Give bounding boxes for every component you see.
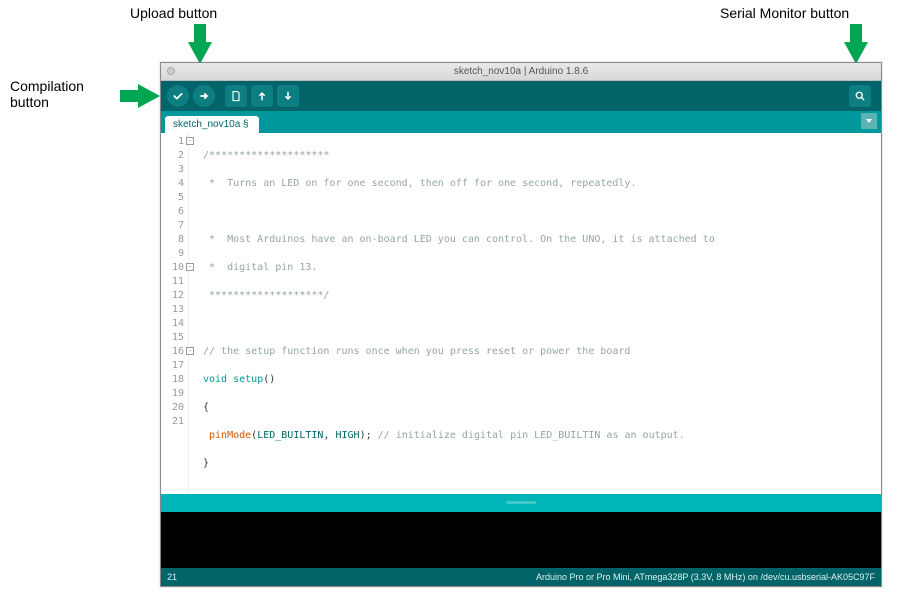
tabbar: sketch_nov10a § bbox=[161, 111, 881, 133]
window-title: sketch_nov10a | Arduino 1.8.6 bbox=[454, 66, 588, 77]
save-button[interactable] bbox=[277, 85, 299, 107]
compile-label: Compilationbutton bbox=[10, 78, 84, 110]
code-area[interactable]: /******************** * Turns an LED on … bbox=[189, 133, 881, 494]
upload-label: Upload button bbox=[130, 5, 217, 21]
toolbar bbox=[161, 81, 881, 111]
status-board: Arduino Pro or Pro Mini, ATmega328P (3.3… bbox=[536, 572, 875, 582]
console bbox=[161, 512, 881, 568]
serial-arrow bbox=[844, 42, 868, 64]
status-line: 21 bbox=[167, 572, 177, 582]
statusbar: 21 Arduino Pro or Pro Mini, ATmega328P (… bbox=[161, 568, 881, 586]
window-close-dot[interactable] bbox=[167, 67, 175, 75]
titlebar: sketch_nov10a | Arduino 1.8.6 bbox=[161, 63, 881, 81]
new-button[interactable] bbox=[225, 85, 247, 107]
message-bar[interactable] bbox=[161, 494, 881, 512]
upload-arrow bbox=[188, 42, 212, 64]
serial-label: Serial Monitor button bbox=[720, 5, 849, 21]
compile-arrow bbox=[138, 84, 160, 108]
tab-dropdown-button[interactable] bbox=[861, 113, 877, 129]
upload-button[interactable] bbox=[193, 85, 215, 107]
verify-button[interactable] bbox=[167, 85, 189, 107]
code-editor[interactable]: 1- 2345 6789 10- 1112131415 16- 17181920… bbox=[161, 133, 881, 494]
arduino-window: sketch_nov10a | Arduino 1.8.6 sketch_nov… bbox=[160, 62, 882, 587]
serial-monitor-button[interactable] bbox=[849, 85, 871, 107]
open-button[interactable] bbox=[251, 85, 273, 107]
gutter: 1- 2345 6789 10- 1112131415 16- 17181920… bbox=[161, 133, 189, 494]
tab-sketch[interactable]: sketch_nov10a § bbox=[165, 116, 259, 133]
